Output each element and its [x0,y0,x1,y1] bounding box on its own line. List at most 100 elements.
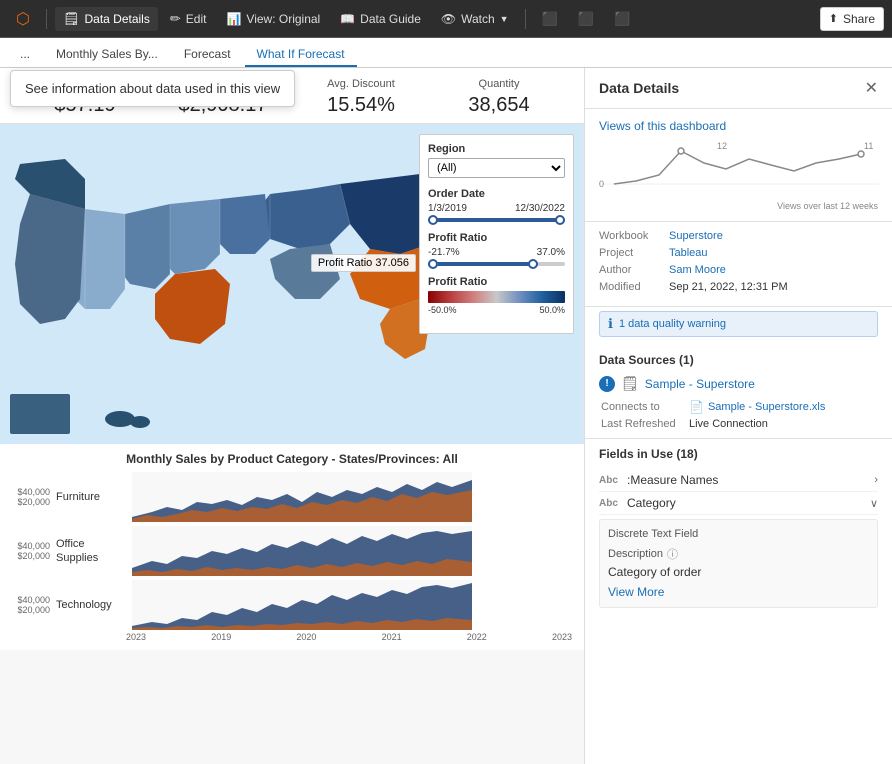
metric-label-2: Avg. Discount [292,78,430,90]
field-row-category[interactable]: Abc Category ∨ [599,492,878,515]
profit-ratio-filter-group: Profit Ratio -21.7% 37.0% [428,232,565,266]
ratio-max: 37.0% [537,247,565,258]
view-more-link[interactable]: View More [608,585,869,599]
date-slider-thumb-left[interactable] [428,215,438,225]
source-name[interactable]: Sample - Superstore [645,377,755,391]
views-link[interactable]: this dashboard [647,119,726,133]
connects-row: Connects to 📄 Sample - Superstore.xls [599,400,878,414]
tab-monthly[interactable]: Monthly Sales By... [44,43,170,67]
eye-icon: 👁 [441,12,456,26]
chart-row-office: $40,000 $20,000 OfficeSupplies [12,526,572,576]
panel-title: Data Details [599,80,679,96]
desc-info-icon: ⓘ [667,546,678,562]
refreshed-row: Last Refreshed Live Connection [599,418,878,430]
author-value[interactable]: Sam Moore [669,264,726,276]
ratio-range: -21.7% 37.0% [428,247,565,258]
fields-section: Fields in Use (18) Abc :Measure Names › … [585,439,892,620]
meta-row-author: Author Sam Moore [599,264,878,276]
watch-label: Watch [461,12,495,26]
date-slider-thumb-right[interactable] [555,215,565,225]
tooltip-text: See information about data used in this … [25,81,280,96]
close-button[interactable]: ✕ [865,78,878,98]
connects-key: Connects to [601,401,689,413]
chart-svg-technology [132,580,472,630]
workbook-key: Workbook [599,230,669,242]
color-labels: -50.0% 50.0% [428,305,565,315]
chart-row-technology: $40,000 $20,000 Technology [12,580,572,630]
edit-label: Edit [186,12,207,26]
ratio-slider-thumb-left[interactable] [428,259,438,269]
data-guide-button[interactable]: 📖 Data Guide [332,8,429,30]
region-select[interactable]: (All) [428,158,565,178]
share-icon: ⬆ [829,12,838,25]
tooltip-box: See information about data used in this … [10,70,295,107]
source-item: ! 🗒 Sample - Superstore [599,375,878,392]
y-label-bot-furniture: $20,000 [12,497,50,507]
refreshed-val: Live Connection [689,418,768,430]
download-button[interactable]: ⬛ [570,7,602,31]
tab-what-if[interactable]: What If Forecast [245,43,357,67]
field-detail-label: Discrete Text Field [608,528,869,540]
data-details-icon: 🗒 [63,11,80,27]
chart-rows: $40,000 $20,000 Furniture [12,472,572,630]
color-max: 50.0% [539,305,565,315]
year-axis: 2023 2019 2020 2021 2022 2023 [12,632,572,642]
ratio-slider-thumb-right[interactable] [528,259,538,269]
map-area[interactable]: Region (All) Order Date 1/3/2019 12/30/2… [0,124,584,444]
data-guide-label: Data Guide [360,12,421,26]
send-button[interactable]: ⬛ [534,7,566,31]
chart-y-labels-furniture: $40,000 $20,000 [12,487,50,507]
chart-row-label-office: OfficeSupplies [56,537,126,566]
tabs-bar: ... Monthly Sales By... Forecast What If… [0,38,892,68]
year-2020: 2020 [296,632,316,642]
expand-button[interactable]: ⬛ [606,7,638,31]
y-label-top-technology: $40,000 [12,595,50,605]
send-icon: ⬛ [542,11,558,27]
metric-avg-discount: Avg. Discount 15.54% [292,78,430,117]
workbook-value[interactable]: Superstore [669,230,723,242]
right-panel: Data Details ✕ Views of this dashboard 0… [584,68,892,764]
tableau-logo-btn[interactable]: ⬡ [8,5,38,33]
ratio-slider-track[interactable] [428,262,565,266]
source-file-icon: 🗒 [621,375,639,392]
view-button[interactable]: 📊 View: Original [218,8,328,30]
left-content: Profit per Order $57.19 Sales per Custom… [0,68,584,764]
project-value[interactable]: Tableau [669,247,708,259]
chart-content-furniture [132,472,572,522]
watch-button[interactable]: 👁 Watch ▼ [433,8,517,30]
tab-1[interactable]: ... [8,43,42,67]
field-row-measure-names[interactable]: Abc :Measure Names › [599,469,878,492]
share-button[interactable]: ⬆ Share [820,7,884,31]
date-start: 1/3/2019 [428,203,467,214]
project-key: Project [599,247,669,259]
modified-value: Sep 21, 2022, 12:31 PM [669,281,788,293]
profit-badge-text: Profit Ratio 37.056 [318,257,409,269]
edit-icon: ✏ [170,11,181,27]
date-slider-track[interactable] [428,218,565,222]
refreshed-key: Last Refreshed [601,418,689,430]
tab-forecast[interactable]: Forecast [172,43,243,67]
field-type-measure: Abc [599,475,621,486]
y-label-top-office: $40,000 [12,541,50,551]
field-detail: Discrete Text Field Description ⓘ Catego… [599,519,878,608]
toolbar-sep-1 [46,9,47,29]
chevron-down-icon: ∨ [870,497,878,510]
field-type-category: Abc [599,498,621,509]
main-layout: Profit per Order $57.19 Sales per Custom… [0,68,892,764]
region-filter-label: Region [428,143,565,155]
connects-to-value[interactable]: Sample - Superstore.xls [708,401,825,413]
year-2022: 2022 [467,632,487,642]
warning-row[interactable]: ℹ 1 data quality warning [599,311,878,337]
chart-row-label-furniture: Furniture [56,490,126,504]
panel-header: Data Details ✕ [585,68,892,109]
chart-content-office [132,526,572,576]
book-icon: 📖 [340,12,355,26]
data-details-button[interactable]: 🗒 Data Details [55,7,158,31]
desc-label-text: Description [608,548,663,560]
chart-y-labels-office: $40,000 $20,000 [12,541,50,561]
region-filter-group: Region (All) [428,143,565,178]
expand-icon: ⬛ [614,11,630,27]
edit-button[interactable]: ✏ Edit [162,7,215,31]
desc-label-row: Description ⓘ [608,546,869,562]
chart-svg-office [132,526,472,576]
